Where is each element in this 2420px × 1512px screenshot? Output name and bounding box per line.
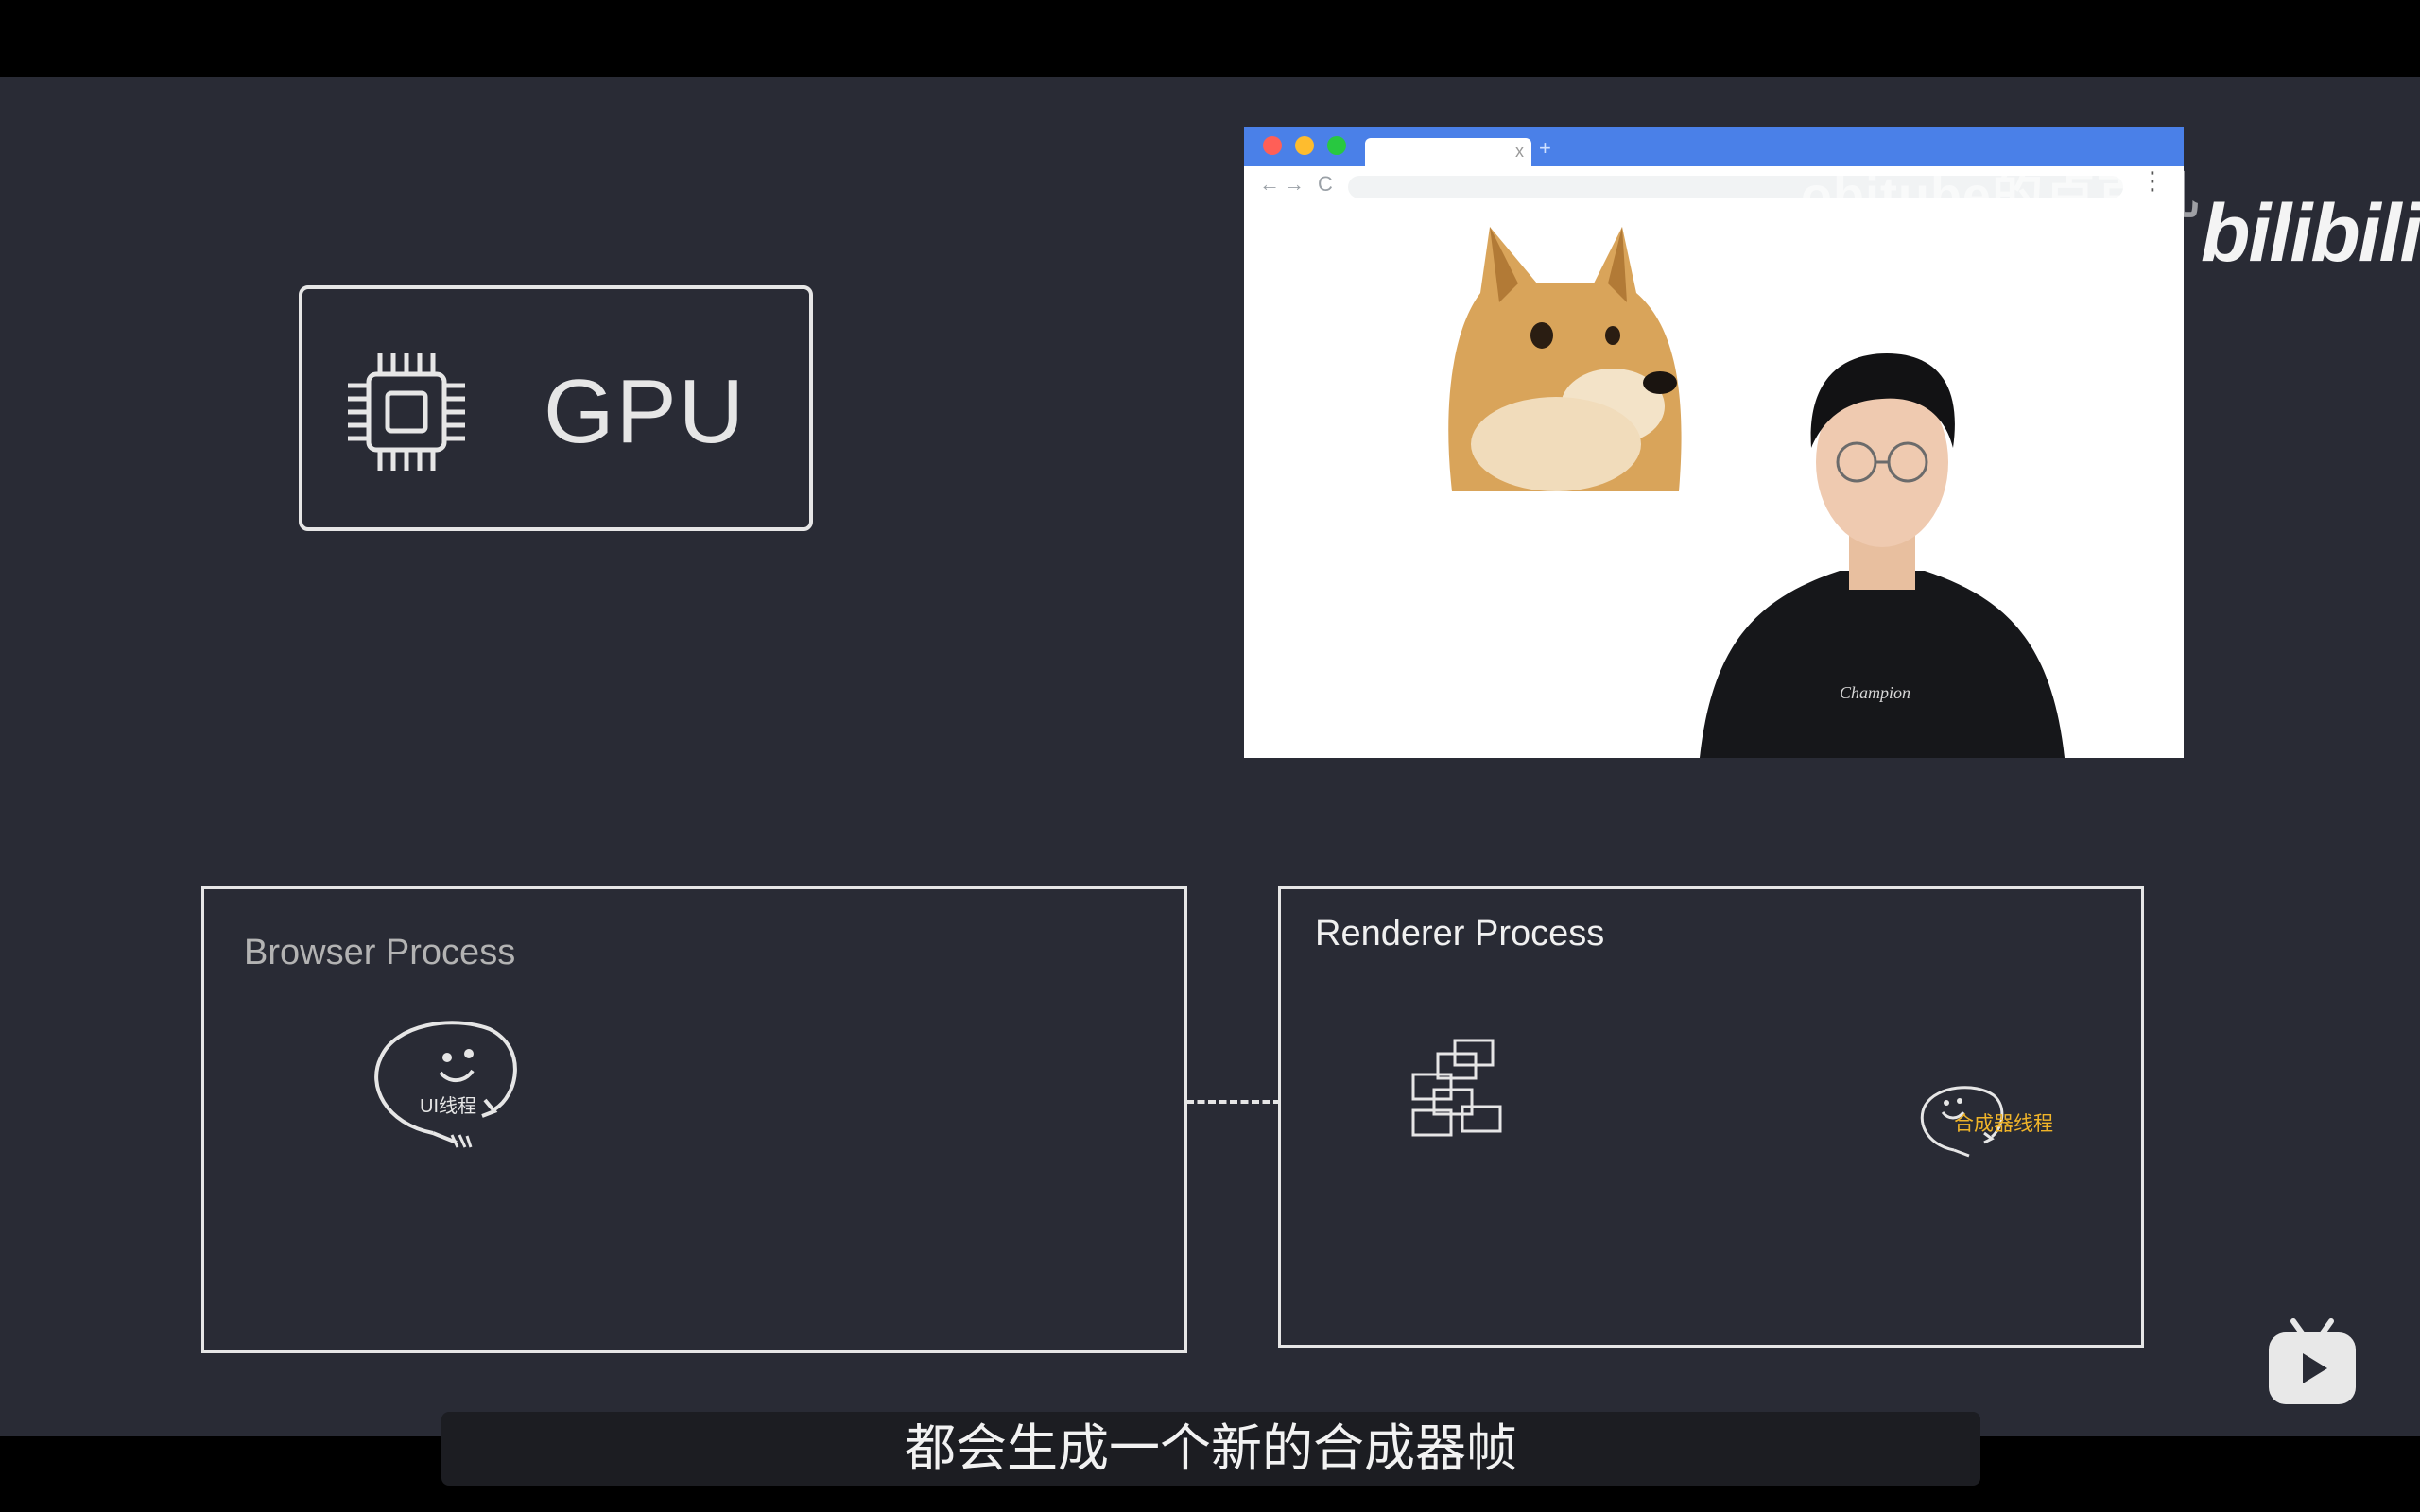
doge-image bbox=[1433, 217, 1688, 491]
gpu-box: GPU bbox=[299, 285, 813, 531]
renderer-process-box: Renderer Process 合成器线程 bbox=[1278, 886, 2144, 1348]
maximize-dot-icon bbox=[1327, 136, 1346, 155]
reload-icon: C bbox=[1318, 172, 1333, 196]
bilibili-logo: bilibili bbox=[2201, 188, 2420, 279]
compositor-thread-label: 合成器线程 bbox=[1954, 1113, 2053, 1135]
chip-icon bbox=[348, 353, 465, 471]
tab-close-icon: x bbox=[1515, 142, 1524, 161]
channel-watermark: objtube的卢克儿 bbox=[1801, 167, 2200, 224]
bilibili-tv-icon[interactable] bbox=[2265, 1317, 2360, 1408]
back-arrow-icon: ← bbox=[1259, 172, 1280, 196]
renderer-process-title: Renderer Process bbox=[1315, 914, 1605, 954]
minimize-dot-icon bbox=[1295, 136, 1314, 155]
ipc-connector bbox=[1186, 1100, 1281, 1104]
browser-process-title: Browser Process bbox=[244, 933, 516, 972]
svg-text:Champion: Champion bbox=[1840, 683, 1910, 702]
close-dot-icon bbox=[1263, 136, 1282, 155]
browser-process-box: Browser Process UI线程 bbox=[201, 886, 1187, 1353]
gpu-label: GPU bbox=[544, 361, 747, 462]
ui-thread-label: UI线程 bbox=[420, 1096, 476, 1117]
ui-thread-icon bbox=[374, 1021, 517, 1148]
browser-tab: x bbox=[1365, 138, 1531, 170]
video-frame: GPU x + ← → C ⋮ Champion objtube的卢克儿 bil… bbox=[0, 77, 2420, 1486]
subtitle-text: 都会生成一个新的合成器帧 bbox=[905, 1420, 1517, 1477]
forward-arrow-icon: → bbox=[1284, 172, 1305, 196]
presenter-image: Champion bbox=[1699, 353, 2066, 758]
layers-icon bbox=[1411, 1039, 1502, 1137]
new-tab-icon: + bbox=[1539, 136, 1551, 160]
